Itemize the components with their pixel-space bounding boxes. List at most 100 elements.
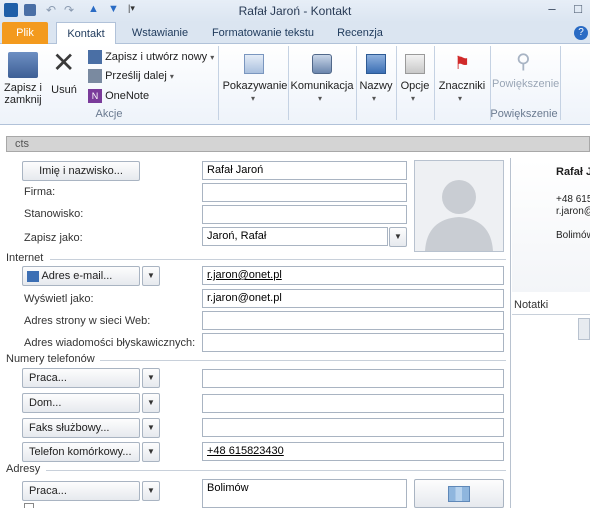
email-button[interactable]: Adres e-mail... bbox=[22, 266, 140, 286]
phone-fax-dropdown-button[interactable]: ▼ bbox=[142, 418, 160, 438]
card-email: r.jaron@ bbox=[556, 206, 590, 217]
ribbon-separator bbox=[288, 46, 289, 120]
chevron-down-icon: ▾ bbox=[251, 94, 256, 103]
chevron-down-icon: ▾ bbox=[318, 94, 323, 103]
email-field[interactable]: r.jaron@onet.pl bbox=[202, 266, 504, 285]
chevron-down-icon: ▼ bbox=[147, 423, 155, 432]
save-new-icon bbox=[88, 50, 102, 64]
addresses-section-title: Adresy bbox=[6, 463, 41, 475]
chevron-down-icon: ▼ bbox=[147, 398, 155, 407]
phone-mobile-dropdown-button[interactable]: ▼ bbox=[142, 442, 160, 462]
onenote-button[interactable]: N OneNote bbox=[88, 89, 149, 105]
maximize-icon[interactable]: □ bbox=[570, 2, 586, 18]
company-field[interactable] bbox=[202, 183, 407, 202]
zoom-button[interactable]: ⚲ Powiększenie bbox=[492, 50, 559, 90]
tags-button[interactable]: ⚑ Znaczniki ▾ bbox=[436, 50, 488, 106]
person-silhouette-icon bbox=[425, 180, 493, 251]
display-as-label: Wyświetl jako: bbox=[24, 293, 94, 305]
full-name-field[interactable]: Rafał Jaroń bbox=[202, 161, 407, 180]
magnifier-icon: ⚲ bbox=[516, 51, 531, 73]
forward-button[interactable]: Prześlij dalej ▾ bbox=[88, 69, 174, 85]
tab-file[interactable]: Plik bbox=[2, 22, 48, 44]
group-label-zoom: Powiększenie bbox=[490, 108, 558, 120]
window-title: Rafał Jaroń - Kontakt bbox=[238, 4, 352, 18]
file-as-dropdown-button[interactable]: ▼ bbox=[389, 227, 407, 247]
company-label: Firma: bbox=[24, 186, 56, 198]
onenote-icon: N bbox=[88, 89, 102, 103]
phone-home-dropdown-button[interactable]: ▼ bbox=[142, 393, 160, 413]
options-button[interactable]: Opcje ▾ bbox=[398, 50, 432, 106]
phone-fax-field[interactable] bbox=[202, 418, 504, 437]
ribbon-separator bbox=[396, 46, 397, 120]
notes-label: Notatki bbox=[514, 299, 549, 311]
notes-area[interactable] bbox=[512, 314, 590, 508]
chevron-down-icon: ▾ bbox=[372, 94, 377, 103]
flag-icon: ⚑ bbox=[454, 53, 471, 73]
phone-work-field[interactable] bbox=[202, 369, 504, 388]
title-bar: ↶ ↷ ▲ ▼ |▾ Rafał Jaroń - Kontakt – □ bbox=[0, 0, 590, 22]
address-field[interactable]: Bolimów bbox=[202, 479, 407, 508]
minimize-icon[interactable]: – bbox=[544, 2, 560, 18]
map-button[interactable] bbox=[414, 479, 504, 508]
ribbon-separator bbox=[434, 46, 435, 120]
file-as-field[interactable]: Jaroń, Rafał bbox=[202, 227, 388, 246]
chevron-down-icon: ▼ bbox=[147, 447, 155, 456]
names-button[interactable]: Nazwy ▾ bbox=[358, 50, 394, 106]
phone-fax-button[interactable]: Faks służbowy... bbox=[22, 418, 140, 438]
address-book-icon bbox=[27, 270, 39, 282]
contact-photo[interactable] bbox=[414, 160, 504, 252]
tab-insert[interactable]: Wstawianie bbox=[122, 22, 198, 44]
web-page-field[interactable] bbox=[202, 311, 504, 330]
forward-icon bbox=[88, 69, 102, 83]
save-new-button[interactable]: Zapisz i utwórz nowy ▾ bbox=[88, 50, 214, 66]
web-page-label: Adres strony w sieci Web: bbox=[24, 315, 151, 327]
delete-button[interactable]: ✕ Usuń bbox=[48, 47, 80, 110]
tab-contact[interactable]: Kontakt bbox=[56, 22, 116, 45]
ribbon-separator bbox=[356, 46, 357, 120]
phone-work-button[interactable]: Praca... bbox=[22, 368, 140, 388]
ribbon-separator bbox=[218, 46, 219, 120]
phone-work-dropdown-button[interactable]: ▼ bbox=[142, 368, 160, 388]
phone-mobile-button[interactable]: Telefon komórkowy... bbox=[22, 442, 140, 462]
phone-home-field[interactable] bbox=[202, 394, 504, 413]
chevron-down-icon: ▾ bbox=[210, 52, 215, 62]
file-as-label: Zapisz jako: bbox=[24, 232, 83, 244]
show-button[interactable]: Pokazywanie ▾ bbox=[222, 50, 288, 106]
phones-section-title: Numery telefonów bbox=[6, 353, 95, 365]
communicate-button[interactable]: Komunikacja ▾ bbox=[290, 50, 354, 106]
card-city: Bolimów bbox=[556, 230, 590, 241]
business-card[interactable]: Rafał J +48 615 r.jaron@ Bolimów bbox=[512, 160, 590, 292]
display-as-field[interactable]: r.jaron@onet.pl bbox=[202, 289, 504, 308]
im-address-field[interactable] bbox=[202, 333, 504, 352]
checkbox[interactable] bbox=[24, 503, 34, 508]
show-icon bbox=[244, 54, 264, 74]
phone-home-button[interactable]: Dom... bbox=[22, 393, 140, 413]
chevron-down-icon: ▼ bbox=[147, 271, 155, 280]
help-icon[interactable]: ? bbox=[574, 26, 588, 40]
address-book-icon bbox=[366, 54, 386, 74]
ribbon-tabs: Plik Kontakt Wstawianie Formatowanie tek… bbox=[0, 22, 590, 45]
email-dropdown-button[interactable]: ▼ bbox=[142, 266, 160, 286]
chevron-down-icon: ▼ bbox=[394, 232, 402, 241]
section-divider bbox=[46, 470, 506, 471]
map-icon bbox=[448, 486, 470, 502]
section-header-bar: cts bbox=[6, 136, 590, 152]
save-close-button[interactable]: Zapisz i zamknij bbox=[2, 50, 44, 110]
group-label-actions: Akcje bbox=[95, 108, 123, 120]
tab-format-text[interactable]: Formatowanie tekstu bbox=[204, 22, 322, 44]
section-divider bbox=[100, 360, 506, 361]
communicate-icon bbox=[312, 54, 332, 74]
ribbon-separator bbox=[560, 46, 561, 120]
phone-mobile-field[interactable]: +48 615823430 bbox=[202, 442, 504, 461]
job-title-label: Stanowisko: bbox=[24, 208, 84, 220]
notes-scrollbar[interactable] bbox=[578, 318, 590, 340]
tab-review[interactable]: Recenzja bbox=[328, 22, 392, 44]
address-dropdown-button[interactable]: ▼ bbox=[142, 481, 160, 501]
full-name-button[interactable]: Imię i nazwisko... bbox=[22, 161, 140, 181]
job-title-field[interactable] bbox=[202, 205, 407, 224]
address-work-button[interactable]: Praca... bbox=[22, 481, 140, 501]
chevron-down-icon: ▾ bbox=[169, 71, 174, 81]
delete-icon: ✕ bbox=[52, 47, 76, 78]
chevron-down-icon: ▼ bbox=[147, 486, 155, 495]
chevron-down-icon: ▾ bbox=[411, 94, 416, 103]
